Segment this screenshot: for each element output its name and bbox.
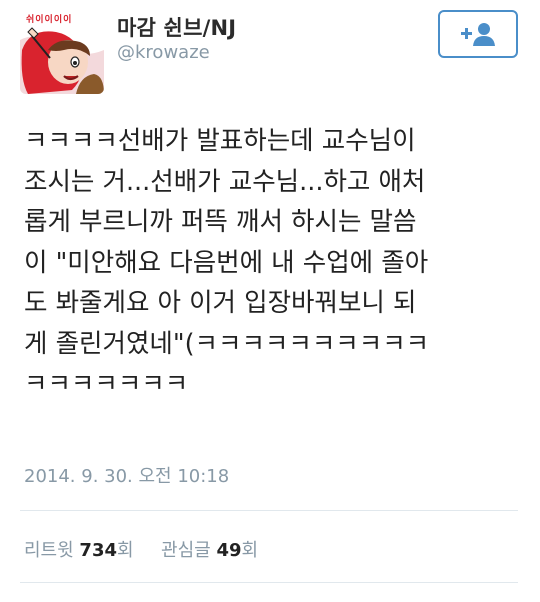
avatar-caption: 쉬이이이이 — [26, 15, 73, 25]
avatar[interactable]: 쉬이이이이 — [20, 10, 104, 94]
retweet-suffix: 회 — [117, 540, 134, 561]
divider — [20, 510, 518, 511]
tweet-stats: 리트윗 734회 관심글 49회 — [24, 536, 258, 562]
tweet-timestamp[interactable]: 2014. 9. 30. 오전 10:18 — [24, 462, 229, 488]
tweet-text: ㅋㅋㅋㅋ선배가 발표하는데 교수님이 조시는 거...선배가 교수님...하고 … — [24, 126, 430, 399]
favorite-suffix: 회 — [241, 540, 259, 561]
username[interactable]: @krowaze — [117, 42, 210, 63]
retweet-label: 리트윗 — [24, 540, 74, 561]
retweet-stat[interactable]: 리트윗 734회 — [24, 540, 139, 561]
favorite-stat[interactable]: 관심글 49회 — [161, 540, 258, 561]
tweet-card: 쉬이이이이 마감 쉰브/NJ @krowaze ㅋㅋㅋㅋ선배가 발표하는데 교수… — [0, 0, 540, 602]
divider — [20, 582, 518, 583]
favorite-count: 49 — [216, 540, 242, 561]
retweet-count: 734 — [79, 540, 117, 561]
display-name[interactable]: 마감 쉰브/NJ — [117, 12, 236, 42]
favorite-label: 관심글 — [161, 540, 211, 561]
add-user-icon — [461, 23, 495, 46]
follow-button[interactable] — [438, 10, 518, 58]
